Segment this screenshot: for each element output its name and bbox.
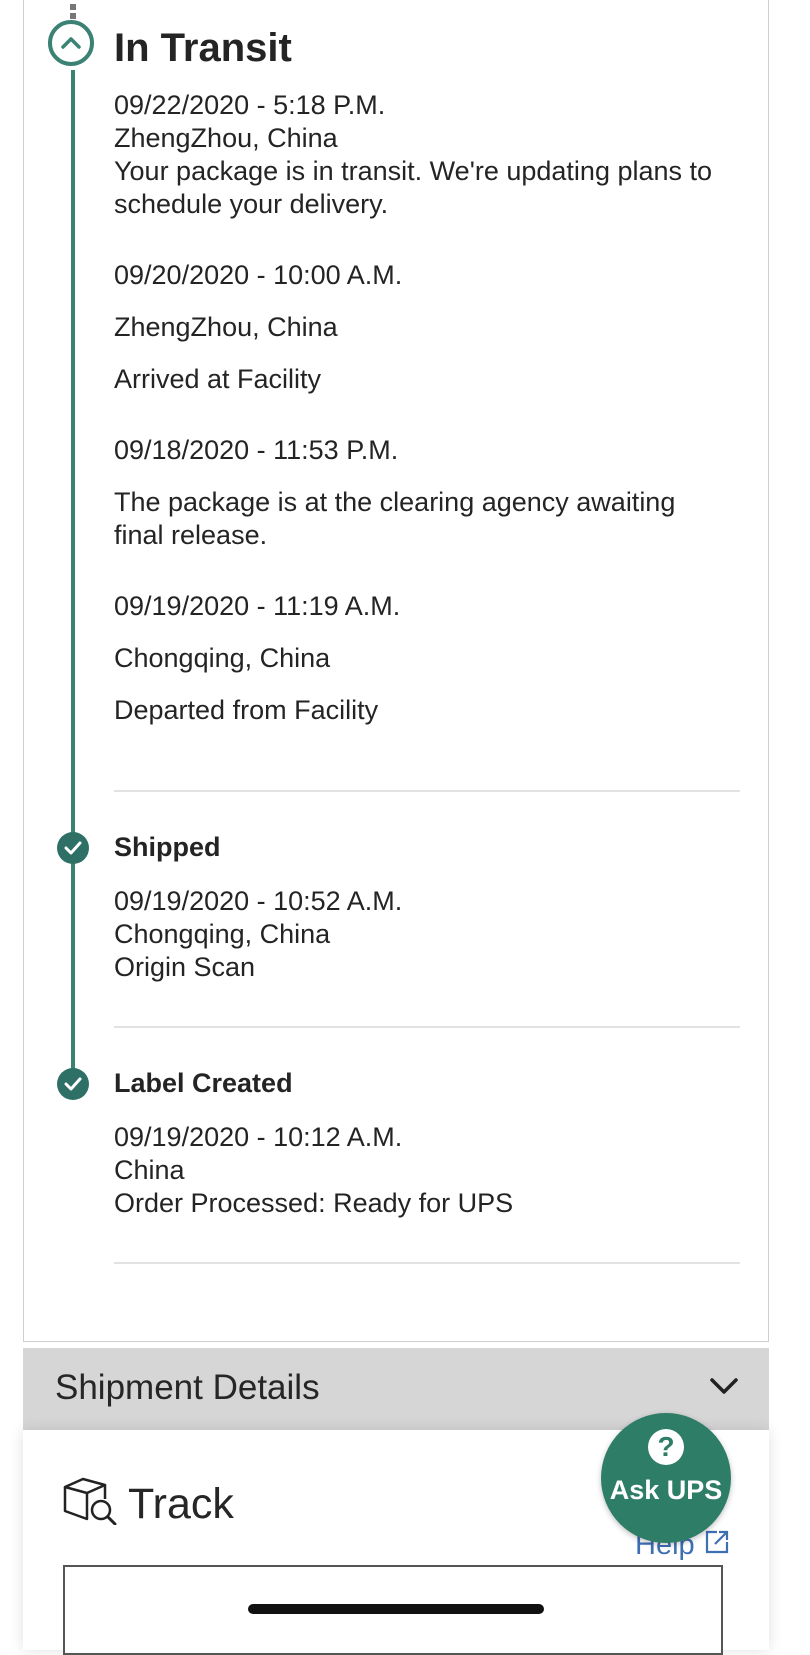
section-divider xyxy=(114,1262,740,1264)
package-search-icon xyxy=(63,1477,117,1525)
event-datetime: 09/18/2020 - 11:53 P.M. xyxy=(114,435,399,465)
event-location: Chongqing, China xyxy=(114,643,331,673)
ask-ups-button[interactable]: ? Ask UPS xyxy=(601,1413,731,1543)
event-datetime: 09/19/2020 - 11:19 A.M. xyxy=(114,591,401,621)
checkmark-icon xyxy=(57,1068,89,1100)
shipped-title: Shipped xyxy=(114,832,221,862)
timeline-rail xyxy=(71,70,75,1094)
in-transit-title: In Transit xyxy=(114,26,292,70)
event-datetime: 09/22/2020 - 5:18 P.M. xyxy=(114,90,386,120)
event-location: ZhengZhou, China xyxy=(114,123,338,153)
event-datetime: 09/19/2020 - 10:52 A.M. xyxy=(114,886,403,916)
checkmark-icon xyxy=(57,832,89,864)
section-divider xyxy=(114,790,740,792)
chevron-down-icon xyxy=(710,1378,738,1394)
ask-ups-label: Ask UPS xyxy=(609,1475,723,1505)
event-datetime: 09/20/2020 - 10:00 A.M. xyxy=(114,260,403,290)
event-location: China xyxy=(114,1155,185,1185)
label-created-title: Label Created xyxy=(114,1068,293,1098)
event-description-cont: final release. xyxy=(114,520,268,550)
section-divider xyxy=(114,1026,740,1028)
event-description: Order Processed: Ready for UPS xyxy=(114,1188,514,1218)
track-heading: Track xyxy=(128,1480,234,1528)
external-link-icon[interactable] xyxy=(703,1528,731,1556)
event-description: Arrived at Facility xyxy=(114,364,322,394)
event-datetime: 09/19/2020 - 10:12 A.M. xyxy=(114,1122,403,1152)
event-description: Origin Scan xyxy=(114,952,256,982)
event-location: ZhengZhou, China xyxy=(114,312,338,342)
question-icon: ? xyxy=(648,1429,684,1465)
home-indicator[interactable] xyxy=(248,1604,544,1614)
event-description-cont: schedule your delivery. xyxy=(114,189,389,219)
event-location: Chongqing, China xyxy=(114,919,331,949)
event-description: The package is at the clearing agency aw… xyxy=(114,487,676,517)
shipment-details-label: Shipment Details xyxy=(55,1368,320,1407)
collapse-chevron-up-icon[interactable] xyxy=(48,20,94,66)
event-description: Your package is in transit. We're updati… xyxy=(114,156,713,186)
event-description: Departed from Facility xyxy=(114,695,379,725)
